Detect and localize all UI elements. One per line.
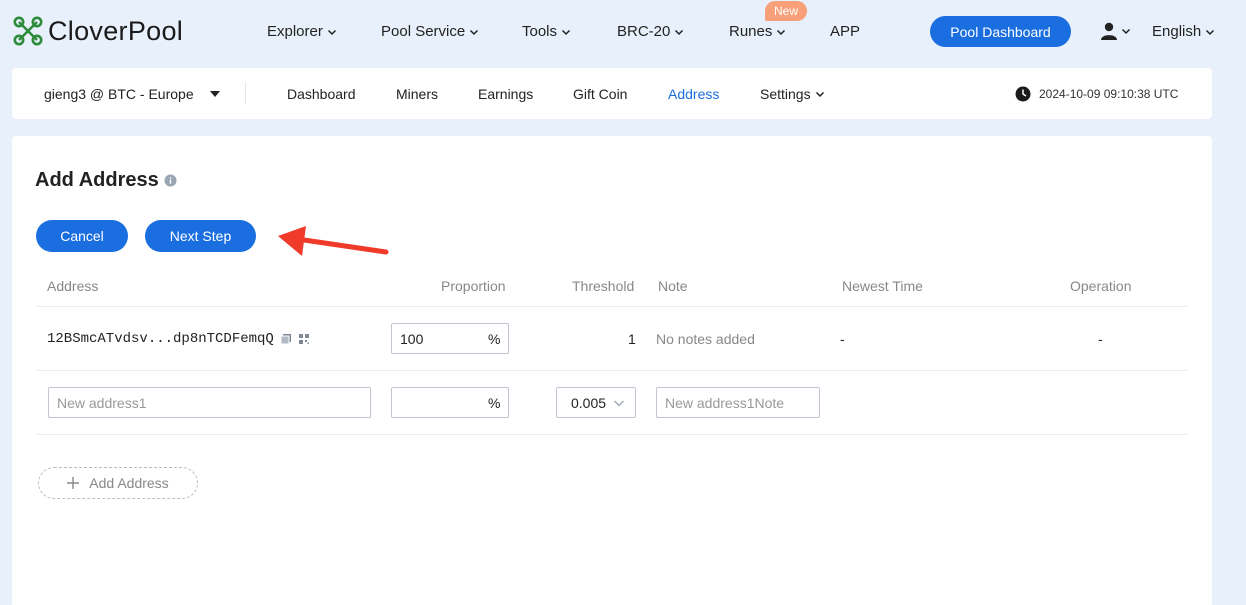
nav-runes[interactable]: Runes [729,23,786,40]
header-threshold: Threshold [572,278,635,294]
brand-name: CloverPool [48,15,184,46]
tab-earnings[interactable]: Earnings [478,86,533,102]
nav-app-label: APP [830,23,861,40]
server-time: 2024-10-09 09:10:38 UTC [1015,86,1178,102]
chevron-down-icon [327,29,336,35]
new-address-input[interactable] [48,387,371,418]
header-proportion: Proportion [441,278,506,294]
language-label: English [1152,23,1202,40]
header-note: Note [658,278,688,294]
nav-tools-label: Tools [522,23,558,40]
sub-navigation: gieng3 @ BTC - Europe Dashboard Miners E… [12,68,1212,119]
logo[interactable]: CloverPool [12,15,183,47]
tab-address[interactable]: Address [668,86,719,102]
pool-dashboard-button[interactable]: Pool Dashboard [930,16,1071,47]
tab-dashboard[interactable]: Dashboard [287,86,356,102]
note-value: No notes added [656,331,755,347]
user-icon [1101,22,1117,40]
caret-down-icon [209,91,220,97]
tab-settings[interactable]: Settings [760,86,825,102]
red-arrow-annotation [278,226,389,256]
percent-sign: % [488,395,501,411]
language-selector[interactable]: English [1152,23,1215,40]
header-address: Address [47,278,99,294]
nav-explorer[interactable]: Explorer [267,23,337,40]
chevron-down-icon [470,29,479,35]
copy-icon[interactable] [280,333,292,345]
threshold-select[interactable]: 0.005 [556,387,636,418]
nav-brc20-label: BRC-20 [617,23,671,40]
nav-pool-service-label: Pool Service [381,23,466,40]
threshold-selected: 0.005 [571,394,607,411]
clover-logo-icon [13,16,43,46]
nav-brc20[interactable]: BRC-20 [617,23,684,40]
new-note-input[interactable] [656,387,820,418]
tab-miners[interactable]: Miners [396,86,438,102]
header-operation: Operation [1070,278,1132,294]
percent-sign: % [488,331,501,347]
table-divider [36,370,1188,371]
clock-icon [1015,86,1031,102]
account-label: gieng3 @ BTC - Europe [44,86,194,102]
page-title-text: Add Address [35,169,159,191]
add-address-label: Add Address [89,475,169,491]
threshold-value: 1 [628,331,636,347]
table-divider [36,434,1188,435]
chevron-down-icon [1121,28,1131,35]
tab-settings-label: Settings [760,86,811,102]
chevron-down-icon [777,29,786,35]
top-navigation: CloverPool Explorer Pool Service Tools B… [0,0,1246,64]
table-row: 12BSmcATvdsv...dp8nTCDFemqQ [47,331,310,347]
chevron-down-icon [562,29,571,35]
chevron-down-icon [815,91,824,98]
info-icon[interactable] [164,174,177,187]
user-menu[interactable] [1100,22,1131,40]
chevron-down-icon [1206,29,1215,35]
next-step-button[interactable]: Next Step [145,220,256,252]
tab-gift-coin[interactable]: Gift Coin [573,86,627,102]
nav-runes-label: Runes [729,23,773,40]
add-address-panel: Add Address Cancel Next Step Address Pro… [12,136,1212,605]
table-divider [36,306,1188,307]
page-title: Add Address [35,169,177,192]
add-address-button[interactable]: Add Address [38,467,198,499]
chevron-down-icon [614,400,624,406]
nav-app[interactable]: APP [830,23,860,40]
timestamp: 2024-10-09 09:10:38 UTC [1039,87,1179,101]
divider [245,82,246,104]
newest-time-value: - [840,331,845,347]
nav-explorer-label: Explorer [267,23,323,40]
chevron-down-icon [675,29,684,35]
new-badge: New [765,1,808,21]
operation-value: - [1098,331,1103,347]
nav-pool-service[interactable]: Pool Service [381,23,479,40]
header-newest-time: Newest Time [842,278,923,294]
qr-code-icon[interactable] [298,333,310,345]
address-value: 12BSmcATvdsv...dp8nTCDFemqQ [47,331,274,347]
cancel-button[interactable]: Cancel [36,220,128,252]
plus-icon [67,477,80,489]
nav-tools[interactable]: Tools [522,23,571,40]
account-selector[interactable]: gieng3 @ BTC - Europe [44,86,220,102]
